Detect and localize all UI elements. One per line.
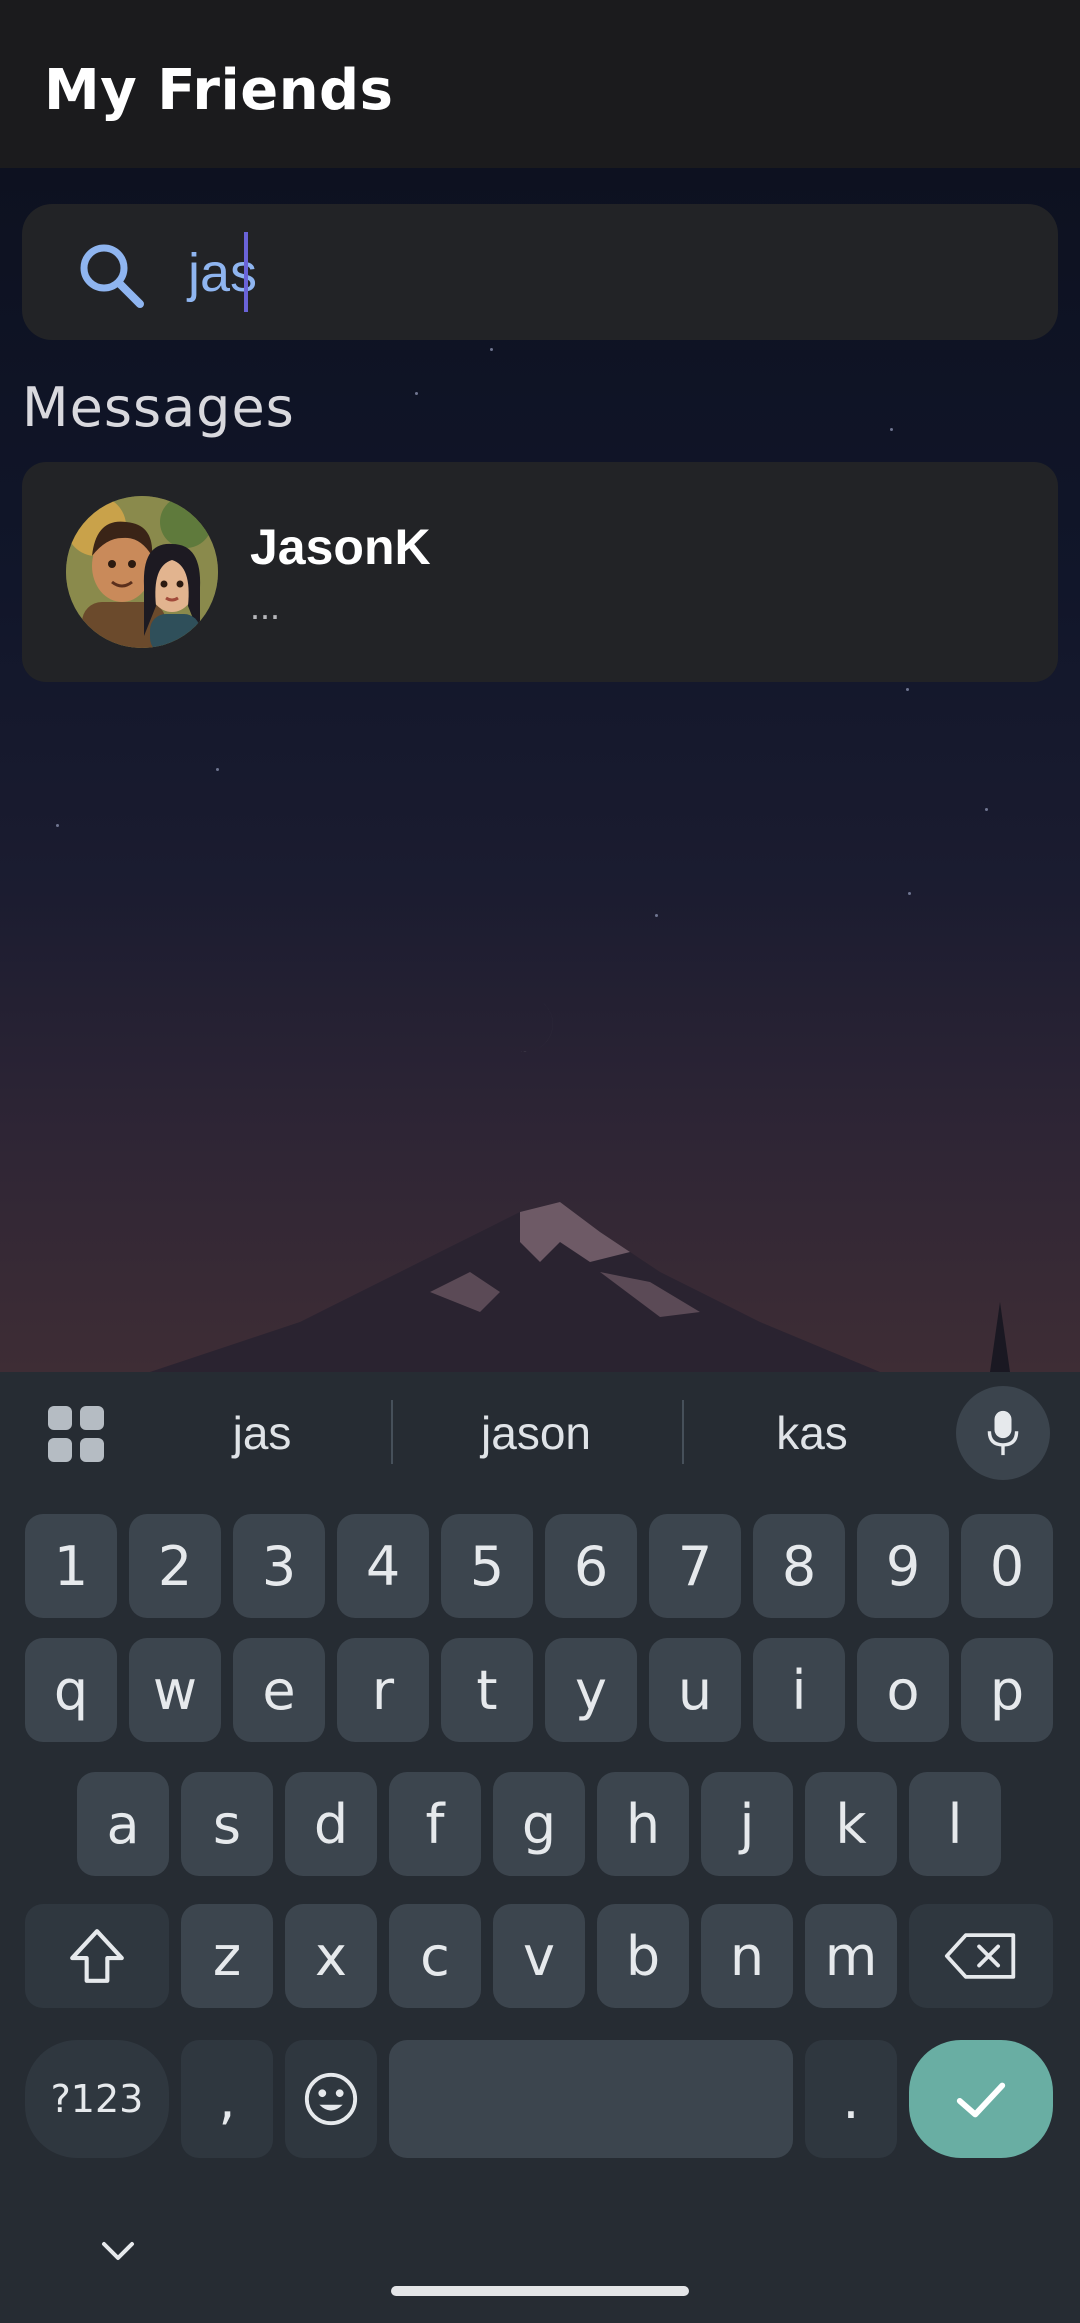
backspace-icon: [944, 1933, 1016, 1979]
key-5[interactable]: 5: [441, 1514, 533, 1618]
key-b[interactable]: b: [597, 1904, 689, 2008]
space-bar[interactable]: [389, 2040, 793, 2158]
avatar-image: [66, 496, 218, 648]
star: [890, 428, 893, 431]
key-4[interactable]: 4: [337, 1514, 429, 1618]
backspace-key[interactable]: [909, 1904, 1053, 2008]
key-v[interactable]: v: [493, 1904, 585, 2008]
shift-key[interactable]: [25, 1904, 169, 2008]
key-l[interactable]: l: [909, 1772, 1001, 1876]
shift-icon: [70, 1929, 124, 1983]
checkmark-icon: [956, 2082, 1006, 2118]
key-s[interactable]: s: [181, 1772, 273, 1876]
suggestion-divider: [682, 1400, 684, 1464]
key-t[interactable]: t: [441, 1638, 533, 1742]
star: [216, 768, 219, 771]
contact-name: JasonK: [250, 519, 431, 575]
key-j[interactable]: j: [701, 1772, 793, 1876]
period-key[interactable]: .: [805, 2040, 897, 2158]
key-1[interactable]: 1: [25, 1514, 117, 1618]
key-n[interactable]: n: [701, 1904, 793, 2008]
suggestion-3[interactable]: kas: [712, 1406, 912, 1460]
key-g[interactable]: g: [493, 1772, 585, 1876]
star: [490, 348, 493, 351]
key-w[interactable]: w: [129, 1638, 221, 1742]
key-0[interactable]: 0: [961, 1514, 1053, 1618]
key-o[interactable]: o: [857, 1638, 949, 1742]
background-night-sky: [0, 168, 1080, 1372]
enter-key[interactable]: [909, 2040, 1053, 2158]
key-3[interactable]: 3: [233, 1514, 325, 1618]
app-bar: My Friends: [0, 0, 1080, 168]
star: [985, 808, 988, 811]
suggestion-2[interactable]: jason: [436, 1406, 636, 1460]
key-d[interactable]: d: [285, 1772, 377, 1876]
message-preview: ...: [250, 586, 281, 627]
star: [655, 914, 658, 917]
keyboard-menu-icon[interactable]: [44, 1402, 108, 1466]
comma-key[interactable]: ,: [181, 2040, 273, 2158]
chevron-down-icon[interactable]: [98, 2236, 138, 2266]
star: [56, 824, 59, 827]
star: [415, 392, 418, 395]
key-p[interactable]: p: [961, 1638, 1053, 1742]
suggestion-divider: [391, 1400, 393, 1464]
key-k[interactable]: k: [805, 1772, 897, 1876]
moon-icon: [508, 1002, 553, 1052]
star: [906, 688, 909, 691]
key-i[interactable]: i: [753, 1638, 845, 1742]
key-a[interactable]: a: [77, 1772, 169, 1876]
text-cursor: [244, 232, 248, 312]
key-m[interactable]: m: [805, 1904, 897, 2008]
section-title-messages: Messages: [22, 376, 295, 439]
microphone-button[interactable]: [956, 1386, 1050, 1480]
key-9[interactable]: 9: [857, 1514, 949, 1618]
avatar: [66, 496, 218, 648]
key-8[interactable]: 8: [753, 1514, 845, 1618]
search-icon: [80, 244, 144, 308]
suggestion-1[interactable]: jas: [162, 1406, 362, 1460]
contact-card[interactable]: JasonK ...: [22, 462, 1058, 682]
key-y[interactable]: y: [545, 1638, 637, 1742]
home-indicator[interactable]: [391, 2286, 689, 2296]
emoji-icon: [304, 2072, 358, 2126]
mountain-silhouette: [150, 1202, 1010, 1372]
key-2[interactable]: 2: [129, 1514, 221, 1618]
key-z[interactable]: z: [181, 1904, 273, 2008]
key-x[interactable]: x: [285, 1904, 377, 2008]
key-h[interactable]: h: [597, 1772, 689, 1876]
key-r[interactable]: r: [337, 1638, 429, 1742]
on-screen-keyboard: jas jason kas 1 2 3 4 5 6 7 8 9 0 q w e …: [0, 1372, 1080, 2323]
key-f[interactable]: f: [389, 1772, 481, 1876]
emoji-key[interactable]: [285, 2040, 377, 2158]
star: [908, 892, 911, 895]
key-q[interactable]: q: [25, 1638, 117, 1742]
key-u[interactable]: u: [649, 1638, 741, 1742]
key-e[interactable]: e: [233, 1638, 325, 1742]
key-7[interactable]: 7: [649, 1514, 741, 1618]
page-title: My Friends: [44, 58, 394, 123]
symbols-key[interactable]: ?123: [25, 2040, 169, 2158]
microphone-icon: [987, 1410, 1019, 1456]
search-bar[interactable]: jas: [22, 204, 1058, 340]
key-6[interactable]: 6: [545, 1514, 637, 1618]
key-c[interactable]: c: [389, 1904, 481, 2008]
